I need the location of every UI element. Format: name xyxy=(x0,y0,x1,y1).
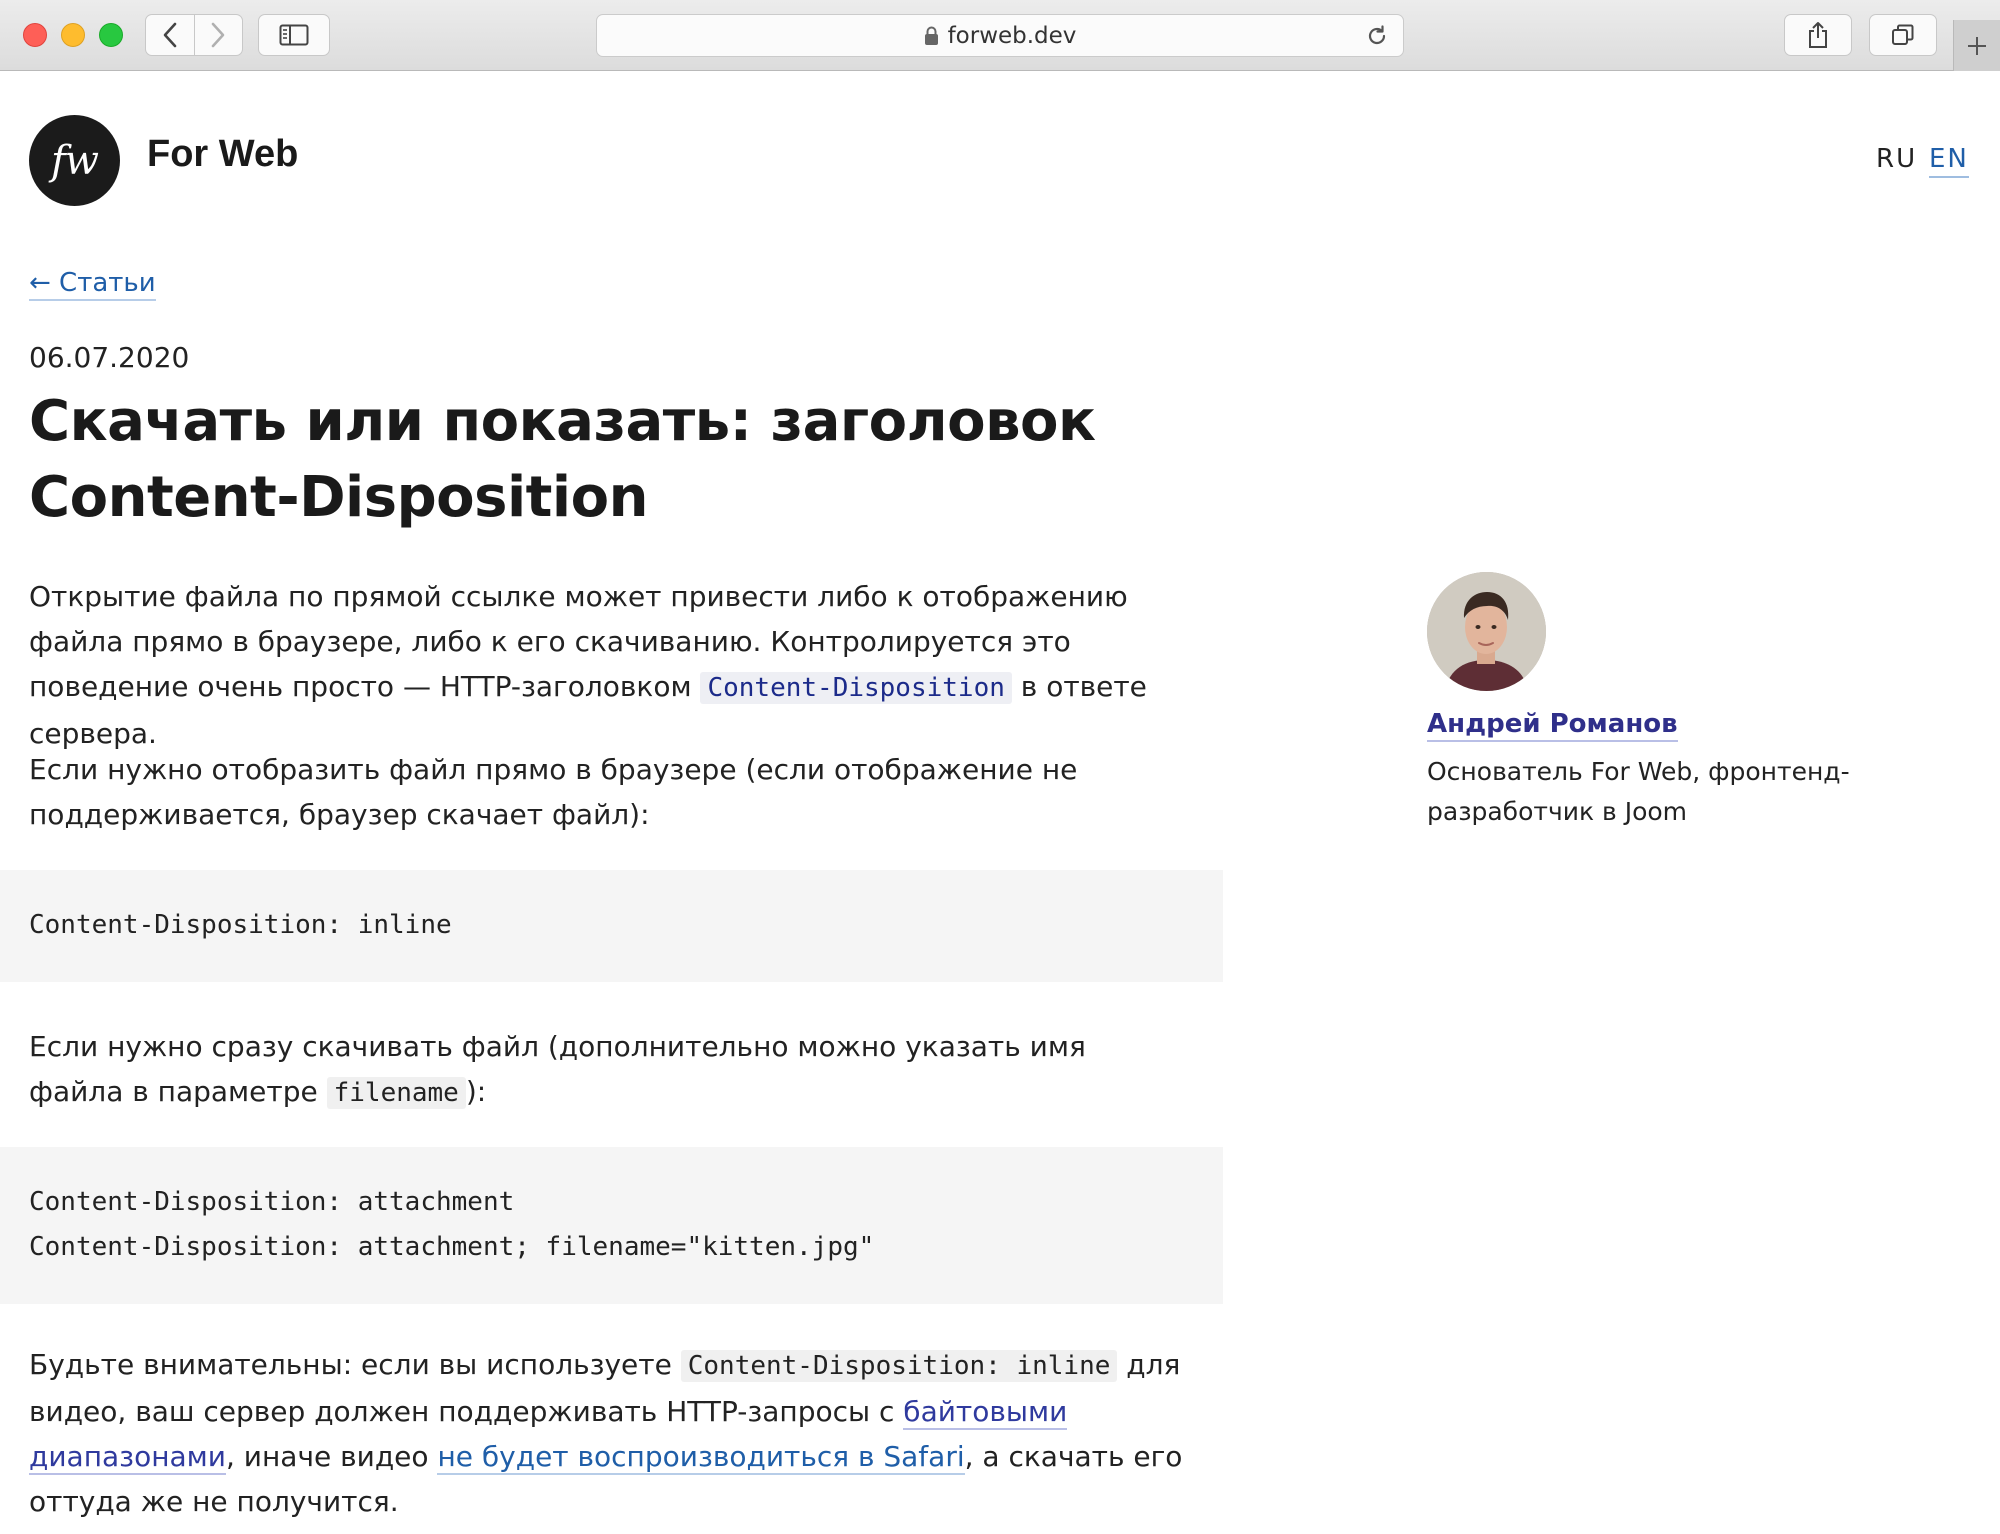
inline-code: Content-Disposition: inline xyxy=(680,1350,1118,1382)
forward-button[interactable] xyxy=(193,15,243,55)
window-zoom-button[interactable] xyxy=(99,23,123,47)
sidebar-icon xyxy=(279,24,309,46)
paragraph-text: Если нужно сразу скачивать файл (дополни… xyxy=(29,1030,1086,1108)
author-bio: Основатель For Web, фронтенд-разработчик… xyxy=(1427,757,1850,826)
chevron-left-icon xyxy=(163,22,177,48)
tab-overview-button[interactable] xyxy=(1869,14,1937,56)
lang-switch-en[interactable]: EN xyxy=(1929,144,1969,178)
safari-video-link[interactable]: не будет воспроизводиться в Safari xyxy=(437,1440,965,1475)
code-line: Content-Disposition: attachment; filenam… xyxy=(29,1232,875,1262)
paragraph-text: , иначе видео xyxy=(225,1440,438,1473)
window-close-button[interactable] xyxy=(23,23,47,47)
article-paragraph-2: Если нужно отобразить файл прямо в брауз… xyxy=(29,753,1078,831)
article-paragraph-1: Открытие файла по прямой ссылке может пр… xyxy=(29,574,1199,756)
back-button[interactable] xyxy=(146,15,194,55)
sidebar-toggle-button[interactable] xyxy=(258,14,330,56)
share-button[interactable] xyxy=(1784,14,1852,56)
paragraph-text: ): xyxy=(465,1075,487,1108)
history-nav-group xyxy=(145,14,243,56)
share-icon xyxy=(1809,22,1827,48)
browser-toolbar: forweb.dev xyxy=(0,0,2000,71)
site-logo[interactable]: fw xyxy=(29,115,120,206)
article-paragraph-4: Будьте внимательны: если вы используете … xyxy=(29,1342,1199,1524)
plus-icon xyxy=(1968,36,1986,55)
lang-switch-ru[interactable]: RU xyxy=(1876,144,1917,174)
article-date: 06.07.2020 xyxy=(29,341,190,374)
code-block-attachment: Content-Disposition: attachment Content-… xyxy=(0,1147,1223,1304)
author-avatar[interactable] xyxy=(1427,572,1546,691)
url-text: forweb.dev xyxy=(947,22,1077,49)
avatar-image xyxy=(1427,572,1546,691)
back-to-articles-link[interactable]: ← Статьи xyxy=(29,268,156,301)
author-name-link[interactable]: Андрей Романов xyxy=(1427,709,1678,742)
address-bar[interactable]: forweb.dev xyxy=(596,14,1404,57)
reload-icon[interactable] xyxy=(1365,24,1389,54)
site-name[interactable]: For Web xyxy=(147,133,298,176)
inline-code: filename xyxy=(326,1077,466,1109)
tab-overview-icon xyxy=(1892,24,1914,45)
paragraph-text: Будьте внимательны: если вы используете xyxy=(29,1348,681,1381)
lock-icon xyxy=(924,26,939,46)
window-minimize-button[interactable] xyxy=(61,23,85,47)
chevron-right-icon xyxy=(211,22,225,48)
code-line: Content-Disposition: attachment xyxy=(29,1187,515,1217)
code-line: Content-Disposition: inline xyxy=(29,910,452,940)
article-title: Скачать или показать: заголовок Content-… xyxy=(29,389,1096,530)
logo-text: fw xyxy=(50,137,99,184)
inline-code: Content-Disposition xyxy=(700,672,1012,704)
article-paragraph-3: Если нужно сразу скачивать файл (дополни… xyxy=(29,1024,1179,1116)
code-block-inline: Content-Disposition: inline xyxy=(0,870,1223,982)
new-tab-button[interactable] xyxy=(1953,20,2000,71)
